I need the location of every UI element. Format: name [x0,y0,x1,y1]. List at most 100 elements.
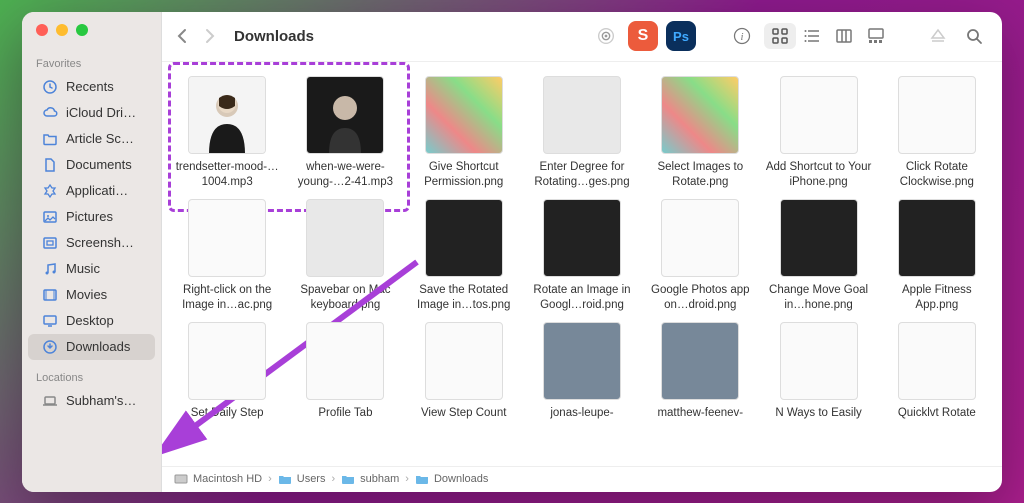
breadcrumb-item[interactable]: subham [341,473,399,485]
file-item[interactable]: when-we-were-young-…2-41.mp3 [288,76,402,191]
file-item[interactable]: Give Shortcut Permission.png [407,76,521,191]
file-item[interactable]: trendsetter-mood-…1004.mp3 [170,76,284,191]
sidebar-item-label: Screensh… [66,235,134,250]
sidebar-item-downloads[interactable]: Downloads [28,334,155,360]
file-item[interactable]: Save the Rotated Image in…tos.png [407,199,521,314]
file-name: N Ways to Easily [775,406,861,422]
file-item[interactable]: Change Move Goal in…hone.png [761,199,875,314]
file-item[interactable]: Set Daily Step [170,322,284,422]
file-item[interactable]: Enter Degree for Rotating…ges.png [525,76,639,191]
sidebar-locations: Locations Subham's… [22,364,161,418]
icon-view-button[interactable] [764,23,796,49]
file-thumbnail [780,76,858,154]
image-icon [42,209,58,225]
search-button[interactable] [960,22,988,50]
file-thumbnail [898,199,976,277]
file-item[interactable]: N Ways to Easily [761,322,875,422]
doc-icon [42,157,58,173]
file-thumbnail [898,322,976,400]
sidebar-item-iclouddri[interactable]: iCloud Dri… [28,100,155,126]
gallery-view-button[interactable] [860,23,892,49]
sidebar-item-screensh[interactable]: Screensh… [28,230,155,256]
forward-button[interactable] [205,28,216,44]
sidebar-item-label: Documents [66,157,132,172]
app-icon-s[interactable]: S [628,21,658,51]
column-view-button[interactable] [828,23,860,49]
back-button[interactable] [176,28,187,44]
sidebar-item-label: Recents [66,79,114,94]
file-item[interactable]: Right-click on the Image in…ac.png [170,199,284,314]
breadcrumb-label: subham [360,473,399,485]
airdrop-icon[interactable] [592,22,620,50]
file-name: Profile Tab [318,406,372,422]
sidebar-favorites: Favorites RecentsiCloud Dri…Article Sc…D… [22,50,161,364]
nav-buttons [176,28,216,44]
file-name: Click Rotate Clockwise.png [881,160,993,191]
file-thumbnail [543,199,621,277]
main-pane: Downloads S Ps i [162,12,1002,492]
file-thumbnail [306,199,384,277]
sidebar-item-movies[interactable]: Movies [28,282,155,308]
breadcrumb-label: Downloads [434,473,488,485]
file-item[interactable]: Quicklvt Rotate [880,322,994,422]
file-name: Select Images to Rotate.png [644,160,756,191]
close-window-button[interactable] [36,24,48,36]
file-name: Save the Rotated Image in…tos.png [408,283,520,314]
file-thumbnail [425,322,503,400]
view-mode-group [764,23,892,49]
breadcrumb-item[interactable]: Downloads [415,473,488,485]
file-item[interactable]: View Step Count [407,322,521,422]
file-name: Set Daily Step [191,406,264,422]
file-thumbnail [188,322,266,400]
file-thumbnail [306,76,384,154]
file-item[interactable]: jonas-leupe- [525,322,639,422]
minimize-window-button[interactable] [56,24,68,36]
eject-button[interactable] [924,22,952,50]
breadcrumb-label: Users [297,473,326,485]
breadcrumb-item[interactable]: Users [278,473,326,485]
file-thumbnail [188,76,266,154]
traffic-lights [22,24,161,50]
file-item[interactable]: Profile Tab [288,322,402,422]
file-item[interactable]: Apple Fitness App.png [880,199,994,314]
file-name: Right-click on the Image in…ac.png [171,283,283,314]
file-thumbnail [188,199,266,277]
app-icon-s-label: S [638,27,649,45]
file-item[interactable]: Click Rotate Clockwise.png [880,76,994,191]
breadcrumb-item[interactable]: Macintosh HD [174,473,262,485]
maximize-window-button[interactable] [76,24,88,36]
file-name: Give Shortcut Permission.png [408,160,520,191]
file-thumbnail [661,322,739,400]
sidebar-item-recents[interactable]: Recents [28,74,155,100]
laptop-icon [42,393,58,409]
folder-icon [341,473,355,485]
info-button[interactable]: i [728,22,756,50]
file-name: Google Photos app on…droid.png [644,283,756,314]
file-item[interactable]: Spavebar on Mac keyboard.png [288,199,402,314]
sidebar-item-music[interactable]: Music [28,256,155,282]
file-grid-area: trendsetter-mood-…1004.mp3when-we-were-y… [162,62,1002,466]
file-thumbnail [898,76,976,154]
sidebar-item-applicati[interactable]: Applicati… [28,178,155,204]
file-name: Spavebar on Mac keyboard.png [289,283,401,314]
sidebar-item-documents[interactable]: Documents [28,152,155,178]
folder-icon [415,473,429,485]
file-item[interactable]: Select Images to Rotate.png [643,76,757,191]
finder-window: Favorites RecentsiCloud Dri…Article Sc…D… [22,12,1002,492]
cloud-icon [42,105,58,121]
file-item[interactable]: Google Photos app on…droid.png [643,199,757,314]
list-view-button[interactable] [796,23,828,49]
app-icon-photoshop[interactable]: Ps [666,21,696,51]
file-name: Apple Fitness App.png [881,283,993,314]
file-name: trendsetter-mood-…1004.mp3 [171,160,283,191]
sidebar-item-label: iCloud Dri… [66,105,136,120]
sidebar-item-desktop[interactable]: Desktop [28,308,155,334]
file-thumbnail [306,322,384,400]
sidebar-item-pictures[interactable]: Pictures [28,204,155,230]
sidebar-location-item[interactable]: Subham's… [28,388,155,414]
sidebar-item-articlesc[interactable]: Article Sc… [28,126,155,152]
file-item[interactable]: Rotate an Image in Googl…roid.png [525,199,639,314]
file-item[interactable]: Add Shortcut to Your iPhone.png [761,76,875,191]
file-thumbnail [543,322,621,400]
file-item[interactable]: matthew-feenev- [643,322,757,422]
